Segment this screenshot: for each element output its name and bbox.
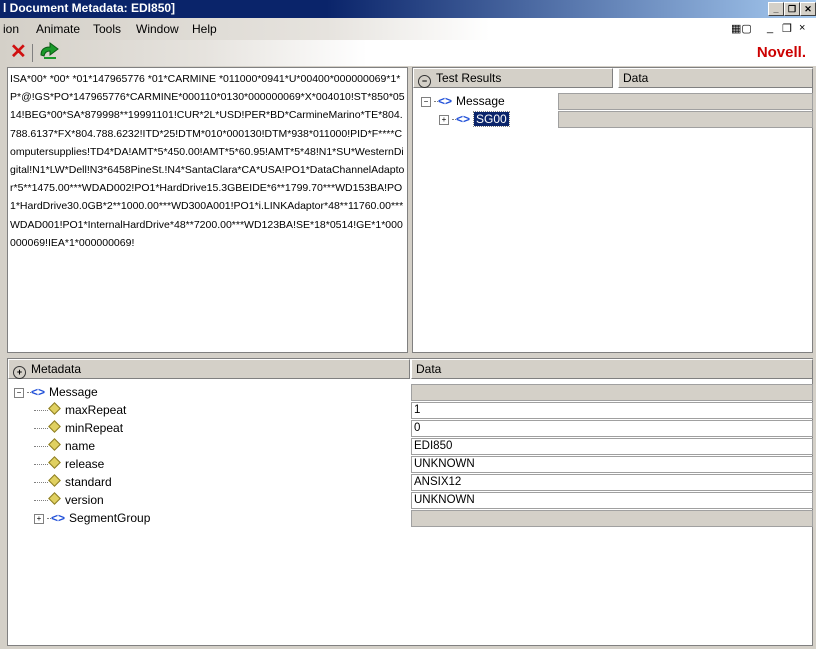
- toolbar-separator: [32, 44, 33, 62]
- close-window-button[interactable]: ✕: [800, 2, 816, 16]
- menu-tools[interactable]: Tools: [93, 22, 121, 36]
- menu-bar: ion Animate Tools Window Help ▦▢ _ ❐ ×: [0, 18, 816, 40]
- maximize-button[interactable]: ❐: [784, 2, 800, 16]
- mdi-tile-icon[interactable]: ▦▢: [731, 22, 752, 35]
- property-row[interactable]: release: [34, 455, 104, 473]
- property-value[interactable]: UNKNOWN: [411, 456, 813, 473]
- property-value[interactable]: EDI850: [411, 438, 813, 455]
- property-diamond-icon: [48, 438, 61, 451]
- property-diamond-icon: [48, 456, 61, 469]
- expand-icon[interactable]: +: [34, 514, 44, 524]
- property-diamond-icon: [48, 474, 61, 487]
- test-results-data-title: Data: [623, 71, 649, 85]
- tree-node-label: Message: [49, 385, 98, 399]
- menu-action[interactable]: ion: [3, 22, 19, 36]
- data-cell: [558, 93, 813, 110]
- property-name: version: [65, 493, 104, 507]
- property-name: maxRepeat: [65, 403, 127, 417]
- minimize-button[interactable]: _: [768, 2, 784, 16]
- tree-connector: [34, 410, 48, 411]
- property-row[interactable]: name: [34, 437, 95, 455]
- property-name: minRepeat: [65, 421, 124, 435]
- property-name: release: [65, 457, 105, 471]
- tree-node-segmentgroup[interactable]: + <> SegmentGroup: [34, 509, 150, 527]
- mdi-minimize-button[interactable]: _: [767, 22, 773, 34]
- property-row[interactable]: minRepeat: [34, 419, 123, 437]
- tree-node-message[interactable]: − <> Message: [421, 92, 505, 110]
- tree-node-label-selected: SG00: [473, 111, 510, 127]
- test-results-data-header[interactable]: Data: [618, 68, 813, 88]
- toolbar: ✕ Novell.: [0, 40, 816, 66]
- property-row[interactable]: standard: [34, 473, 112, 491]
- mdi-restore-button[interactable]: ❐: [782, 22, 792, 35]
- collapse-circle-icon[interactable]: −: [418, 75, 431, 88]
- tree-connector: [34, 446, 48, 447]
- property-value[interactable]: ANSIX12: [411, 474, 813, 491]
- refresh-arrow-icon[interactable]: [38, 42, 62, 65]
- metadata-data-title: Data: [416, 362, 442, 376]
- window-title: l Document Metadata: EDI850]: [3, 1, 176, 15]
- novell-logo: Novell.: [756, 44, 806, 61]
- test-results-pane: − Test Results Data − <> Message + <> SG00: [412, 67, 813, 353]
- menu-help[interactable]: Help: [192, 22, 217, 36]
- xml-tag-icon: <>: [31, 385, 46, 399]
- tree-connector: [34, 464, 48, 465]
- mdi-close-button[interactable]: ×: [799, 22, 805, 34]
- close-x-icon[interactable]: ✕: [10, 41, 27, 63]
- tree-connector: [34, 500, 48, 501]
- test-results-header[interactable]: − Test Results: [413, 68, 613, 88]
- tree-node-sg00[interactable]: + <> SG00: [439, 110, 510, 128]
- menu-animate[interactable]: Animate: [36, 22, 80, 36]
- property-diamond-icon: [48, 420, 61, 433]
- metadata-data-header[interactable]: Data: [411, 359, 813, 379]
- metadata-title: Metadata: [31, 362, 82, 376]
- collapse-icon[interactable]: −: [14, 388, 24, 398]
- property-value[interactable]: 0: [411, 420, 813, 437]
- property-name: standard: [65, 475, 112, 489]
- property-row[interactable]: version: [34, 491, 104, 509]
- title-bar: l Document Metadata: EDI850] _ ❐ ✕: [0, 0, 816, 18]
- edi-source-text[interactable]: ISA*00* *00* *01*147965776 *01*CARMINE *…: [10, 70, 405, 252]
- tree-node-label: SegmentGroup: [69, 511, 151, 525]
- xml-tag-icon: <>: [438, 94, 453, 108]
- data-cell: [558, 111, 813, 128]
- tree-node-message[interactable]: − <> Message: [14, 383, 98, 401]
- property-name: name: [65, 439, 96, 453]
- property-value[interactable]: UNKNOWN: [411, 492, 813, 509]
- menu-window[interactable]: Window: [136, 22, 179, 36]
- edi-source-pane[interactable]: ISA*00* *00* *01*147965776 *01*CARMINE *…: [7, 67, 408, 353]
- tree-node-label: Message: [456, 94, 505, 108]
- property-diamond-icon: [48, 492, 61, 505]
- data-cell: [411, 510, 813, 527]
- property-value[interactable]: 1: [411, 402, 813, 419]
- xml-tag-icon: <>: [456, 112, 471, 126]
- test-results-title: Test Results: [436, 71, 502, 85]
- expand-icon[interactable]: +: [439, 115, 449, 125]
- collapse-icon[interactable]: −: [421, 97, 431, 107]
- expand-circle-icon[interactable]: +: [13, 366, 26, 379]
- xml-tag-icon: <>: [51, 511, 66, 525]
- property-diamond-icon: [48, 402, 61, 415]
- property-row[interactable]: maxRepeat: [34, 401, 126, 419]
- metadata-header[interactable]: + Metadata: [8, 359, 410, 379]
- data-cell: [411, 384, 813, 401]
- metadata-pane: + Metadata Data − <> Message maxRepeat 1 mi…: [7, 358, 813, 646]
- tree-connector: [34, 428, 48, 429]
- tree-connector: [34, 482, 48, 483]
